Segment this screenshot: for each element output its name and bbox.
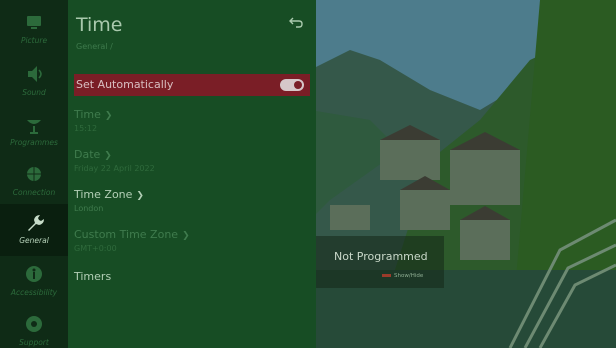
menu-item-label: Custom Time Zone [74,228,179,241]
chevron-down-icon: ❯ [104,151,112,161]
rail-label-connection: Connection [12,188,56,197]
menu-item-label: Timers [74,270,112,283]
breadcrumb: General / [76,42,113,51]
channel-status-box: Not Programmed Show/Hide [316,236,444,288]
rail-label-programmes: Programmes [10,138,58,147]
menu-item-value: London [74,204,104,213]
rail-label-support: Support [19,338,49,347]
hint-label: Show/Hide [394,273,424,279]
menu-item-label: Time Zone [74,188,133,201]
show-hide-hint[interactable]: Show/Hide [382,273,423,279]
red-button-icon [382,274,391,277]
chevron-down-icon: ❯ [104,111,113,121]
menu-item-value: GMT+0:00 [74,244,117,253]
menu-item-custom-time-zone[interactable]: Custom Time Zone ❯ GMT+0:00 [74,228,310,253]
menu-item-label: Set Automatically [76,78,174,91]
tv-settings-screen: Picture Sound Programmes Connection Gene… [0,0,616,348]
accessibility-icon [0,262,68,286]
menu-item-date[interactable]: Date ❯ Friday 22 April 2022 [74,148,310,173]
menu-item-time-zone[interactable]: Time Zone ❯ London [74,188,310,213]
menu-item-time[interactable]: Time ❯ 15:12 [74,108,310,133]
rail-label-general: General [19,236,49,245]
background-scene-image [310,0,616,348]
rail-item-picture[interactable]: Picture [0,4,68,54]
rail-label-accessibility: Accessibility [10,288,58,297]
toggle-knob [294,81,302,89]
auto-time-toggle[interactable] [280,79,304,91]
picture-icon [0,10,68,34]
category-rail: Picture Sound Programmes Connection Gene… [0,0,68,348]
rail-item-general[interactable]: General [0,204,68,256]
rail-item-programmes[interactable]: Programmes [0,106,68,156]
rail-label-picture: Picture [20,36,48,45]
rail-item-connection[interactable]: Connection [0,156,68,206]
chevron-down-icon: ❯ [136,191,144,201]
page-title: Time [76,14,123,36]
chevron-down-icon: ❯ [182,231,190,241]
rail-item-sound[interactable]: Sound [0,56,68,106]
support-icon [0,312,68,336]
rail-label-sound: Sound [22,88,46,97]
menu-item-timers[interactable]: Timers [74,270,310,283]
wrench-icon [0,210,68,234]
rail-item-accessibility[interactable]: Accessibility [0,256,68,306]
back-arrow-icon[interactable] [288,14,304,30]
menu-item-value: 15:12 [74,124,98,133]
antenna-icon [0,112,68,136]
rail-item-support[interactable]: Support [0,306,68,348]
menu-item-set-automatically[interactable]: Set Automatically [74,74,310,96]
status-text: Not Programmed [334,250,428,263]
time-settings-panel: Time General / Set Automatically Time ❯ 1… [68,0,316,348]
menu-item-label: Time [74,108,101,121]
speaker-icon [0,62,68,86]
menu-item-value: Friday 22 April 2022 [74,164,155,173]
globe-icon [0,162,68,186]
menu-item-label: Date [74,148,101,161]
